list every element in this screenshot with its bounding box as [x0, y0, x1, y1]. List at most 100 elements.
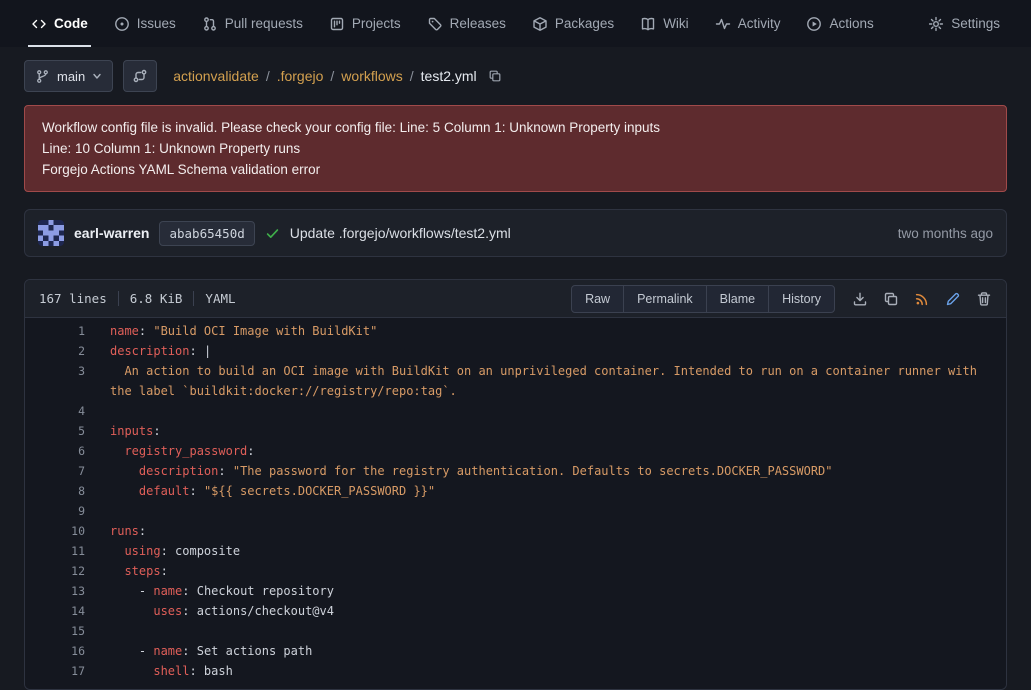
blame-button[interactable]: Blame — [706, 285, 769, 313]
nav-item-label: Projects — [352, 16, 401, 31]
line-content: runs: — [85, 521, 1006, 541]
line-number[interactable]: 14 — [25, 601, 85, 621]
nav-item-label: Issues — [137, 16, 176, 31]
line-number[interactable]: 3 — [25, 361, 85, 401]
line-content: registry_password: — [85, 441, 1006, 461]
edit-icon[interactable] — [945, 291, 961, 307]
nav-item-releases[interactable]: Releases — [414, 0, 519, 47]
line-number[interactable]: 16 — [25, 641, 85, 661]
line-content: steps: — [85, 561, 1006, 581]
code-icon — [31, 16, 47, 32]
line-content — [85, 621, 1006, 641]
wiki-icon — [640, 16, 656, 32]
nav-item-projects[interactable]: Projects — [316, 0, 414, 47]
compare-icon — [132, 68, 148, 84]
line-number[interactable]: 10 — [25, 521, 85, 541]
activity-icon — [715, 16, 731, 32]
nav-item-packages[interactable]: Packages — [519, 0, 627, 47]
nav-item-label: Actions — [829, 16, 873, 31]
file-language: YAML — [205, 291, 235, 306]
divider — [118, 291, 119, 306]
code-line: 7 description: "The password for the reg… — [25, 461, 1006, 481]
breadcrumb-current-file: test2.yml — [421, 68, 477, 84]
rss-icon[interactable] — [914, 291, 930, 307]
code-line: 15 — [25, 621, 1006, 641]
line-number[interactable]: 11 — [25, 541, 85, 561]
line-content: uses: actions/checkout@v4 — [85, 601, 1006, 621]
line-number[interactable]: 4 — [25, 401, 85, 421]
download-icon[interactable] — [852, 291, 868, 307]
breadcrumb-separator: / — [266, 68, 270, 84]
nav-item-settings[interactable]: Settings — [915, 0, 1013, 47]
breadcrumb-separator: / — [330, 68, 334, 84]
line-content — [85, 501, 1006, 521]
line-number[interactable]: 1 — [25, 321, 85, 341]
commit-bar: earl-warren abab65450d Update .forgejo/w… — [24, 209, 1007, 257]
nav-item-label: Pull requests — [225, 16, 303, 31]
breadcrumb-repo-link[interactable]: actionvalidate — [173, 68, 259, 84]
nav-item-wiki[interactable]: Wiki — [627, 0, 702, 47]
nav-item-code[interactable]: Code — [18, 0, 101, 47]
avatar[interactable] — [38, 220, 64, 246]
nav-item-activity[interactable]: Activity — [702, 0, 794, 47]
actions-icon — [806, 16, 822, 32]
code-line: 14 uses: actions/checkout@v4 — [25, 601, 1006, 621]
nav-item-label: Wiki — [663, 16, 689, 31]
pull-request-icon — [202, 16, 218, 32]
line-number[interactable]: 5 — [25, 421, 85, 441]
branch-selector[interactable]: main — [24, 60, 113, 92]
line-number[interactable]: 17 — [25, 661, 85, 681]
line-number[interactable]: 7 — [25, 461, 85, 481]
nav-item-label: Releases — [450, 16, 506, 31]
breadcrumb-dir-link[interactable]: .forgejo — [277, 68, 324, 84]
check-icon[interactable] — [265, 226, 280, 241]
file-toolbar: main actionvalidate / .forgejo / workflo… — [24, 60, 1007, 92]
raw-button[interactable]: Raw — [571, 285, 624, 313]
line-content: description: | — [85, 341, 1006, 361]
commit-author[interactable]: earl-warren — [74, 225, 149, 241]
permalink-button[interactable]: Permalink — [623, 285, 707, 313]
code-line: 10runs: — [25, 521, 1006, 541]
breadcrumb-separator: / — [410, 68, 414, 84]
line-content: using: composite — [85, 541, 1006, 561]
delete-icon[interactable] — [976, 291, 992, 307]
line-number[interactable]: 2 — [25, 341, 85, 361]
nav-item-pull-requests[interactable]: Pull requests — [189, 0, 316, 47]
nav-item-label: Packages — [555, 16, 614, 31]
code-line: 8 default: "${{ secrets.DOCKER_PASSWORD … — [25, 481, 1006, 501]
error-line: Workflow config file is invalid. Please … — [42, 117, 989, 138]
divider — [193, 291, 194, 306]
chevron-down-icon — [92, 71, 102, 81]
line-number[interactable]: 6 — [25, 441, 85, 461]
code-line: 16 - name: Set actions path — [25, 641, 1006, 661]
line-number[interactable]: 13 — [25, 581, 85, 601]
history-button[interactable]: History — [768, 285, 835, 313]
line-content: description: "The password for the regis… — [85, 461, 1006, 481]
branch-name: main — [57, 69, 85, 84]
breadcrumb-dir-link[interactable]: workflows — [341, 68, 402, 84]
breadcrumb: actionvalidate / .forgejo / workflows / … — [173, 68, 501, 84]
line-content: inputs: — [85, 421, 1006, 441]
compare-button[interactable] — [123, 60, 157, 92]
line-number[interactable]: 12 — [25, 561, 85, 581]
code-line: 3 An action to build an OCI image with B… — [25, 361, 1006, 401]
copy-icon[interactable] — [883, 291, 899, 307]
line-number[interactable]: 15 — [25, 621, 85, 641]
code-line: 9 — [25, 501, 1006, 521]
line-content: - name: Checkout repository — [85, 581, 1006, 601]
commit-sha-button[interactable]: abab65450d — [159, 221, 254, 246]
error-line: Forgejo Actions YAML Schema validation e… — [42, 159, 989, 180]
view-buttons: Raw Permalink Blame History — [571, 285, 835, 313]
line-number[interactable]: 8 — [25, 481, 85, 501]
releases-icon — [427, 16, 443, 32]
branch-icon — [35, 69, 50, 84]
nav-item-issues[interactable]: Issues — [101, 0, 189, 47]
commit-message[interactable]: Update .forgejo/workflows/test2.yml — [290, 225, 511, 241]
error-banner: Workflow config file is invalid. Please … — [24, 105, 1007, 192]
line-number[interactable]: 9 — [25, 501, 85, 521]
copy-path-icon[interactable] — [488, 69, 502, 83]
packages-icon — [532, 16, 548, 32]
nav-item-actions[interactable]: Actions — [793, 0, 886, 47]
line-content: - name: Set actions path — [85, 641, 1006, 661]
code-line: 13 - name: Checkout repository — [25, 581, 1006, 601]
